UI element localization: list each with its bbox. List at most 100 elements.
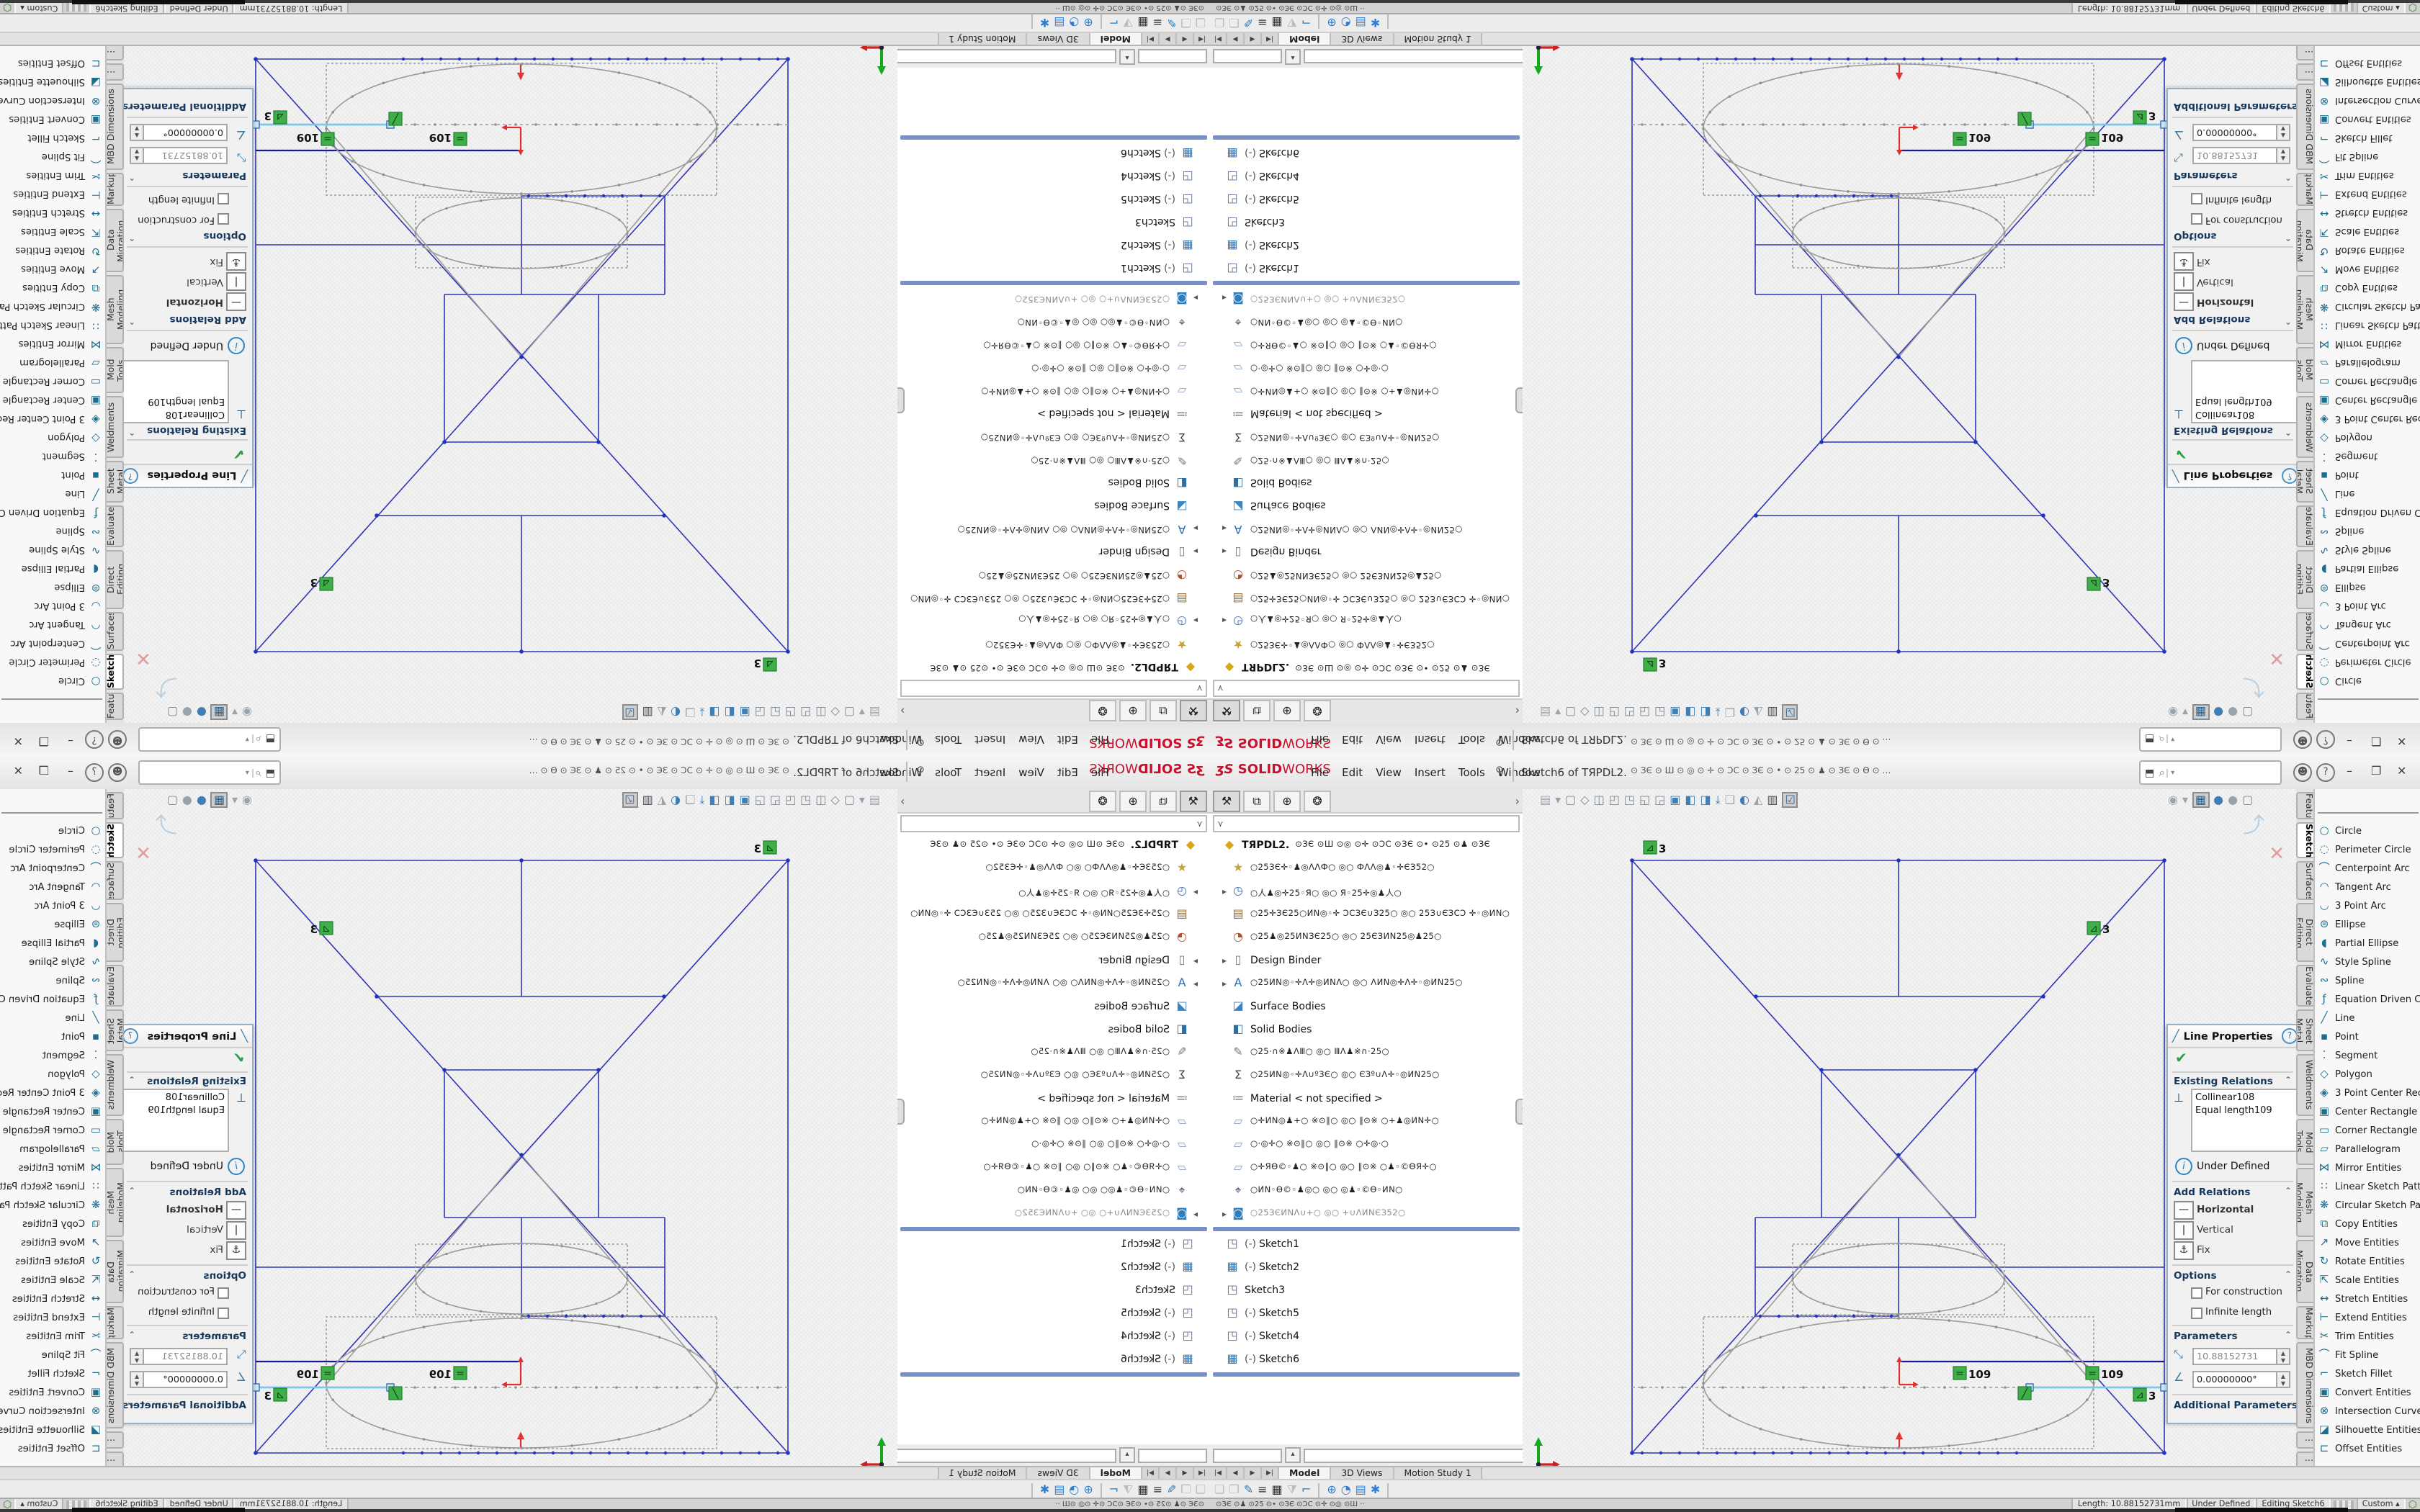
relation-badge[interactable]: ⊿3 (1644, 841, 1666, 855)
additional-parameters-header[interactable]: Additional Parameters (2174, 101, 2298, 112)
expand-arrow-icon[interactable]: ▸ (1219, 523, 1230, 534)
menu-file[interactable]: File (1091, 733, 1109, 746)
expand-arrow-icon[interactable]: ▸ (1190, 978, 1201, 989)
tool-tangent-arc[interactable]: ◠Tangent Arc (2318, 616, 2420, 635)
relation-badge[interactable]: =109 (297, 131, 334, 145)
command-tab-sheet-metal[interactable]: Sheet Metal (107, 1009, 124, 1051)
command-tab-mbd-dimensions[interactable]: MBD Dimensions (107, 1342, 124, 1428)
relation-badge[interactable]: ⊿3 (2133, 109, 2156, 124)
tool-stretch-entities[interactable]: ↔Stretch Entities (0, 204, 102, 223)
tree-item-sketch1[interactable]: ◳(-)Sketch1 (1210, 256, 1523, 279)
standard-toolbar-icons[interactable]: ⊙ ЗЄ ⊙ Ш ⊙ ◎ ⊙ ✛ ⊙ ϽϹ ⊙ ЗЄ ⊙ • ⊙ 25 ⊙ ♟ … (1631, 736, 2120, 746)
bottom-blue-icon-3[interactable]: ✱ (1040, 16, 1049, 29)
command-tab-surfaces[interactable]: Surfaces (2296, 612, 2313, 651)
add-relation-horizontal-button[interactable]: — (226, 1201, 246, 1220)
tree-bottom-scroll[interactable]: ▴ (892, 1444, 1210, 1466)
collapse-icon[interactable]: ⌃ (128, 1270, 135, 1280)
bottom-tool-icon-2[interactable]: ✎ (1244, 1483, 1253, 1496)
tool-3-point-arc[interactable]: ◡3 Point Arc (2318, 896, 2420, 914)
doc-tab-3d-views[interactable]: 3D Views (1331, 32, 1394, 45)
collapse-icon[interactable]: ⌃ (128, 171, 135, 181)
tree-item-sketch6[interactable]: ▦(-)Sketch6 (897, 141, 1210, 164)
relation-badge[interactable]: ⊿3 (1644, 657, 1666, 671)
panel-help-icon[interactable]: ? (122, 1028, 138, 1044)
tree-scroll-box-1[interactable] (1138, 1448, 1207, 1462)
tool-point[interactable]: ▪Point (2318, 1027, 2420, 1045)
rollback-bar[interactable] (900, 1372, 1207, 1377)
tool-partial-ellipse[interactable]: ◖Partial Ellipse (0, 933, 102, 952)
tool-line[interactable]: ╱Line (2318, 485, 2420, 504)
tree-item[interactable]: ▤○25✛ЗЄ25○ИN◎◦✛ ϽϹЗЄ∪З25○ ◎○ 25З∪ЄЗϹϽ ✛◦… (897, 903, 1210, 926)
menu-insert[interactable]: Insert (1415, 766, 1446, 779)
angle-field[interactable]: 0.00000000° (2192, 124, 2279, 141)
tool-perimeter-circle[interactable]: ◌Perimeter Circle (0, 654, 102, 672)
bottom-tool-icon-4[interactable]: ▦ (1272, 16, 1283, 29)
tool-sketch-fillet[interactable]: ⌐Sketch Fillet (0, 130, 102, 148)
tab-scroll-button[interactable]: ◀ (1227, 32, 1245, 45)
tree-item[interactable]: ▸◷○人♟◎✛25◦Я○ ◎○ Я◦25✛◎♟人○ (1210, 609, 1523, 632)
tree-item[interactable]: ▸◙○25ЗЄИNΛ∪+○ ◎○ +∪ΛИNЄЗ52○ (897, 1202, 1210, 1225)
tree-item-sketch6[interactable]: ▦(-)Sketch6 (897, 1348, 1210, 1371)
tool-trim-entities[interactable]: ✂Trim Entities (0, 1326, 102, 1345)
tool-extend-entities[interactable]: ⊢Extend Entities (0, 1308, 102, 1326)
tree-item[interactable]: ✎○25⋅∩※♟ΛⅢ○ ◎○ ⅢΛ♟※∩⋅25○ (1210, 448, 1523, 471)
menu-insert[interactable]: Insert (974, 733, 1005, 746)
relation-badge[interactable]: ╱ (2018, 112, 2031, 125)
tree-scroll-box-2[interactable] (895, 50, 1116, 64)
tool-perimeter-circle[interactable]: ◌Perimeter Circle (0, 840, 102, 858)
tab-scroll-button[interactable]: ▶ (1158, 32, 1175, 45)
tool-move-entities[interactable]: ↗Move Entities (2318, 261, 2420, 279)
bottom-blue-icon-0[interactable]: ⊕ (1083, 1483, 1093, 1496)
tree-item[interactable]: ◪Surface Bodies (1210, 494, 1523, 517)
relation-entry[interactable]: Equal length109 (2195, 396, 2293, 408)
menu-view[interactable]: View (1376, 733, 1402, 746)
tool-equation-driven-curve[interactable]: ƒEquation Driven Curve (0, 989, 102, 1008)
length-field[interactable]: 10.88152731 (141, 147, 228, 164)
tool-point[interactable]: ▪Point (2318, 467, 2420, 485)
relation-entry[interactable]: Equal length109 (2195, 1104, 2293, 1116)
tree-item[interactable]: ▱○✛ЯӨ©◦♟○ ※⊙∥○ ◎○ ∥⊙※ ○♟◦©ӨЯ✛○ (1210, 333, 1523, 356)
rollback-bar[interactable] (900, 281, 1207, 285)
collapse-icon[interactable]: ⌃ (128, 1187, 135, 1197)
command-tab-markup[interactable]: Markup (2296, 173, 2313, 206)
expand-arrow-icon[interactable]: ▸ (1219, 955, 1230, 966)
tree-item[interactable]: ⌖○ИN◦Ө©◦♟◎○ ◎○ ◎♟◦©Ө◦ИN○ (897, 310, 1210, 333)
tool-3-point-center-recta-[interactable]: ◈3 Point Center Recta... (2318, 1083, 2420, 1102)
tool-circular-sketch-pattern[interactable]: ❋Circular Sketch Pattern (2318, 1195, 2420, 1214)
panel-help-icon[interactable]: ? (122, 468, 138, 484)
command-tab--[interactable]: ⋮ (2296, 63, 2313, 81)
tool-stretch-entities[interactable]: ↔Stretch Entities (2318, 204, 2420, 223)
collapse-icon[interactable]: ⌃ (128, 1331, 135, 1341)
expand-arrow-icon[interactable]: ▸ (1219, 978, 1230, 989)
tree-item[interactable]: ▸◷○人♟◎✛25◦Я○ ◎○ Я◦25✛◎♟人○ (1210, 880, 1523, 903)
parameters-header[interactable]: Parameters (182, 170, 246, 181)
doc-tab-model[interactable]: Model (1279, 32, 1331, 45)
command-tab-weldments[interactable]: Weldments (107, 1054, 124, 1116)
expand-icon[interactable]: ⌄ (128, 102, 135, 112)
checkbox-for-construction[interactable] (218, 213, 229, 225)
tree-root-item[interactable]: ◆TЯPDL2.⊙ЗЄ ⊙Ш ⊙◎ ⊙✛ ⊙ϽϹ ⊙ЗЄ ⊙• ⊙25 ⊙♟ ⊙… (897, 834, 1210, 857)
tool-stretch-entities[interactable]: ↔Stretch Entities (2318, 1289, 2420, 1308)
command-tab-direct-editing[interactable]: Direct Editing (107, 903, 124, 962)
angle-spinner[interactable]: ▲▼ (130, 1371, 144, 1388)
tool-style-spline[interactable]: ∿Style Spline (2318, 952, 2420, 971)
rollback-bar[interactable] (1213, 1372, 1520, 1377)
relation-entry[interactable]: Collinear108 (127, 1092, 225, 1104)
pin-icon[interactable]: ⚲ (916, 734, 925, 747)
options-header[interactable]: Options (203, 230, 246, 242)
bottom-tool-icon-5[interactable]: ⧩ (1123, 15, 1133, 30)
close-button[interactable]: ✕ (2397, 734, 2406, 747)
collapse-icon[interactable]: ⌃ (128, 232, 135, 242)
collapse-icon[interactable]: ⌃ (128, 426, 135, 436)
tree-item[interactable]: Σ○25ИN◎◦✛Λ∪ºЗЄ○ ◎○ ЄЗº∪Λ✛◦◎ИN25○ (1210, 425, 1523, 448)
tree-item[interactable]: ★○25ЗЄ✛◦♟◎ΛΛФ○ ◎○ ФΛΛ◎♟◦✛ЄЗ52○ (897, 632, 1210, 655)
tree-item-sketch2[interactable]: ▦(-)Sketch2 (1210, 1256, 1523, 1279)
checkbox-infinite-length[interactable] (2191, 1308, 2202, 1319)
pin-icon[interactable]: ⚲ (1495, 734, 1504, 747)
relation-badge[interactable]: ╱ (2018, 1387, 2031, 1400)
collapse-icon[interactable]: ⌃ (2285, 1331, 2292, 1341)
command-tab-sheet-metal[interactable]: Sheet Metal (2296, 1009, 2313, 1051)
panel-help-icon[interactable]: ? (2282, 468, 2298, 484)
tool-rotate-entities[interactable]: ↻Rotate Entities (0, 242, 102, 261)
user-account-icon[interactable]: ☻ (2293, 730, 2312, 749)
